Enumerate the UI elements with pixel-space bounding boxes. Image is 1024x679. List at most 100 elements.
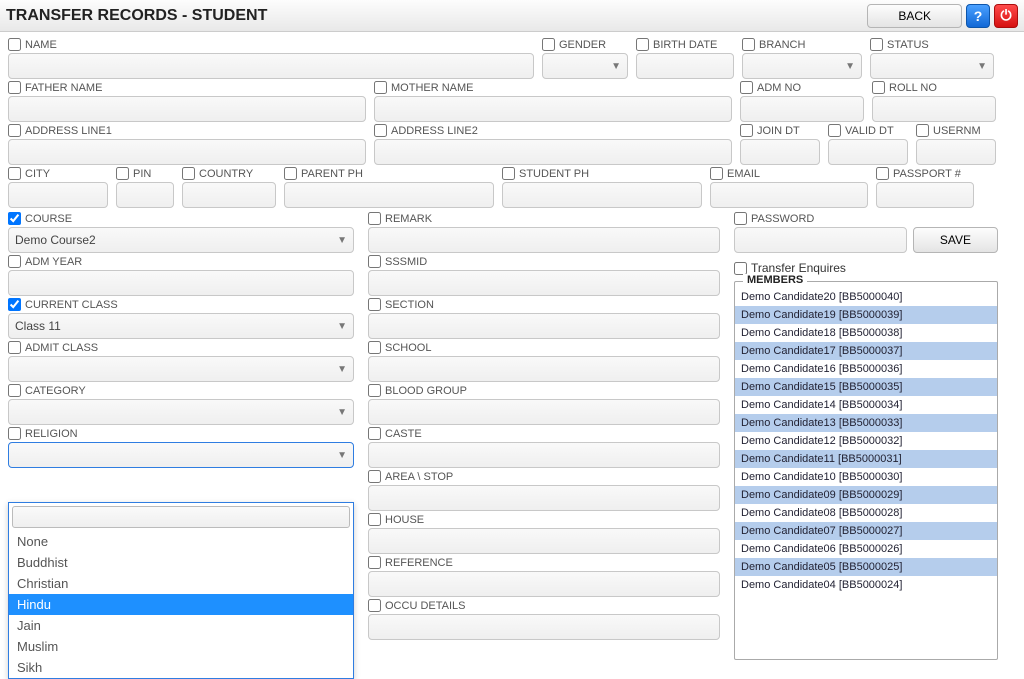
mother-name-input[interactable] [374, 96, 732, 122]
join-dt-input[interactable] [740, 139, 820, 165]
address1-checkbox[interactable] [8, 124, 21, 137]
member-item[interactable]: Demo Candidate09 [BB5000029] [735, 486, 997, 504]
member-item[interactable]: Demo Candidate10 [BB5000030] [735, 468, 997, 486]
religion-select[interactable]: ▼ [8, 442, 354, 468]
email-checkbox[interactable] [710, 167, 723, 180]
student-ph-input[interactable] [502, 182, 702, 208]
valid-dt-input[interactable] [828, 139, 908, 165]
status-select[interactable]: ▼ [870, 53, 994, 79]
roll-no-input[interactable] [872, 96, 996, 122]
member-item[interactable]: Demo Candidate05 [BB5000025] [735, 558, 997, 576]
member-item[interactable]: Demo Candidate11 [BB5000031] [735, 450, 997, 468]
religion-option[interactable]: Hindu [9, 594, 353, 615]
father-name-input[interactable] [8, 96, 366, 122]
course-checkbox[interactable] [8, 212, 21, 225]
member-item[interactable]: Demo Candidate18 [BB5000038] [735, 324, 997, 342]
religion-option[interactable]: Jain [9, 615, 353, 636]
mother-name-checkbox[interactable] [374, 81, 387, 94]
reference-input[interactable] [368, 571, 720, 597]
member-item[interactable]: Demo Candidate06 [BB5000026] [735, 540, 997, 558]
reference-checkbox[interactable] [368, 556, 381, 569]
power-icon[interactable]: ⏻ [994, 4, 1018, 28]
adm-year-checkbox[interactable] [8, 255, 21, 268]
house-input[interactable] [368, 528, 720, 554]
parent-ph-checkbox[interactable] [284, 167, 297, 180]
member-item[interactable]: Demo Candidate08 [BB5000028] [735, 504, 997, 522]
religion-option[interactable]: Muslim [9, 636, 353, 657]
password-input[interactable] [734, 227, 907, 253]
name-checkbox[interactable] [8, 38, 21, 51]
member-item[interactable]: Demo Candidate16 [BB5000036] [735, 360, 997, 378]
member-item[interactable]: Demo Candidate15 [BB5000035] [735, 378, 997, 396]
section-checkbox[interactable] [368, 298, 381, 311]
religion-dropdown-panel[interactable]: NoneBuddhistChristianHinduJainMuslimSikh [8, 502, 354, 679]
help-icon[interactable]: ? [966, 4, 990, 28]
section-input[interactable] [368, 313, 720, 339]
current-class-checkbox[interactable] [8, 298, 21, 311]
gender-checkbox[interactable] [542, 38, 555, 51]
remark-input[interactable] [368, 227, 720, 253]
religion-option[interactable]: None [9, 531, 353, 552]
adm-no-input[interactable] [740, 96, 864, 122]
save-button[interactable]: SAVE [913, 227, 998, 253]
usernm-input[interactable] [916, 139, 996, 165]
back-button[interactable]: BACK [867, 4, 962, 28]
country-input[interactable] [182, 182, 276, 208]
member-item[interactable]: Demo Candidate13 [BB5000033] [735, 414, 997, 432]
admit-class-select[interactable]: ▼ [8, 356, 354, 382]
blood-group-input[interactable] [368, 399, 720, 425]
branch-select[interactable]: ▼ [742, 53, 862, 79]
occu-details-input[interactable] [368, 614, 720, 640]
members-list[interactable]: Demo Candidate20 [BB5000040]Demo Candida… [735, 288, 997, 596]
sssmid-input[interactable] [368, 270, 720, 296]
area-stop-input[interactable] [368, 485, 720, 511]
religion-checkbox[interactable] [8, 427, 21, 440]
area-stop-checkbox[interactable] [368, 470, 381, 483]
address2-input[interactable] [374, 139, 732, 165]
member-item[interactable]: Demo Candidate19 [BB5000039] [735, 306, 997, 324]
member-item[interactable]: Demo Candidate04 [BB5000024] [735, 576, 997, 594]
caste-input[interactable] [368, 442, 720, 468]
member-item[interactable]: Demo Candidate14 [BB5000034] [735, 396, 997, 414]
branch-checkbox[interactable] [742, 38, 755, 51]
school-checkbox[interactable] [368, 341, 381, 354]
blood-group-checkbox[interactable] [368, 384, 381, 397]
house-checkbox[interactable] [368, 513, 381, 526]
member-item[interactable]: Demo Candidate07 [BB5000027] [735, 522, 997, 540]
adm-year-input[interactable] [8, 270, 354, 296]
address1-input[interactable] [8, 139, 366, 165]
birth-date-input[interactable] [636, 53, 734, 79]
join-dt-checkbox[interactable] [740, 124, 753, 137]
member-item[interactable]: Demo Candidate12 [BB5000032] [735, 432, 997, 450]
address2-checkbox[interactable] [374, 124, 387, 137]
current-class-select[interactable]: Class 11▼ [8, 313, 354, 339]
city-checkbox[interactable] [8, 167, 21, 180]
student-ph-checkbox[interactable] [502, 167, 515, 180]
member-item[interactable]: Demo Candidate20 [BB5000040] [735, 288, 997, 306]
pin-input[interactable] [116, 182, 174, 208]
father-name-checkbox[interactable] [8, 81, 21, 94]
valid-dt-checkbox[interactable] [828, 124, 841, 137]
category-checkbox[interactable] [8, 384, 21, 397]
sssmid-checkbox[interactable] [368, 255, 381, 268]
remark-checkbox[interactable] [368, 212, 381, 225]
gender-select[interactable]: ▼ [542, 53, 628, 79]
religion-option[interactable]: Christian [9, 573, 353, 594]
occu-details-checkbox[interactable] [368, 599, 381, 612]
name-input[interactable] [8, 53, 534, 79]
email-input[interactable] [710, 182, 868, 208]
roll-no-checkbox[interactable] [872, 81, 885, 94]
passport-input[interactable] [876, 182, 974, 208]
religion-option[interactable]: Sikh [9, 657, 353, 678]
transfer-enquires-checkbox[interactable] [734, 262, 747, 275]
country-checkbox[interactable] [182, 167, 195, 180]
parent-ph-input[interactable] [284, 182, 494, 208]
usernm-checkbox[interactable] [916, 124, 929, 137]
passport-checkbox[interactable] [876, 167, 889, 180]
pin-checkbox[interactable] [116, 167, 129, 180]
member-item[interactable]: Demo Candidate17 [BB5000037] [735, 342, 997, 360]
birth-date-checkbox[interactable] [636, 38, 649, 51]
admit-class-checkbox[interactable] [8, 341, 21, 354]
adm-no-checkbox[interactable] [740, 81, 753, 94]
school-input[interactable] [368, 356, 720, 382]
